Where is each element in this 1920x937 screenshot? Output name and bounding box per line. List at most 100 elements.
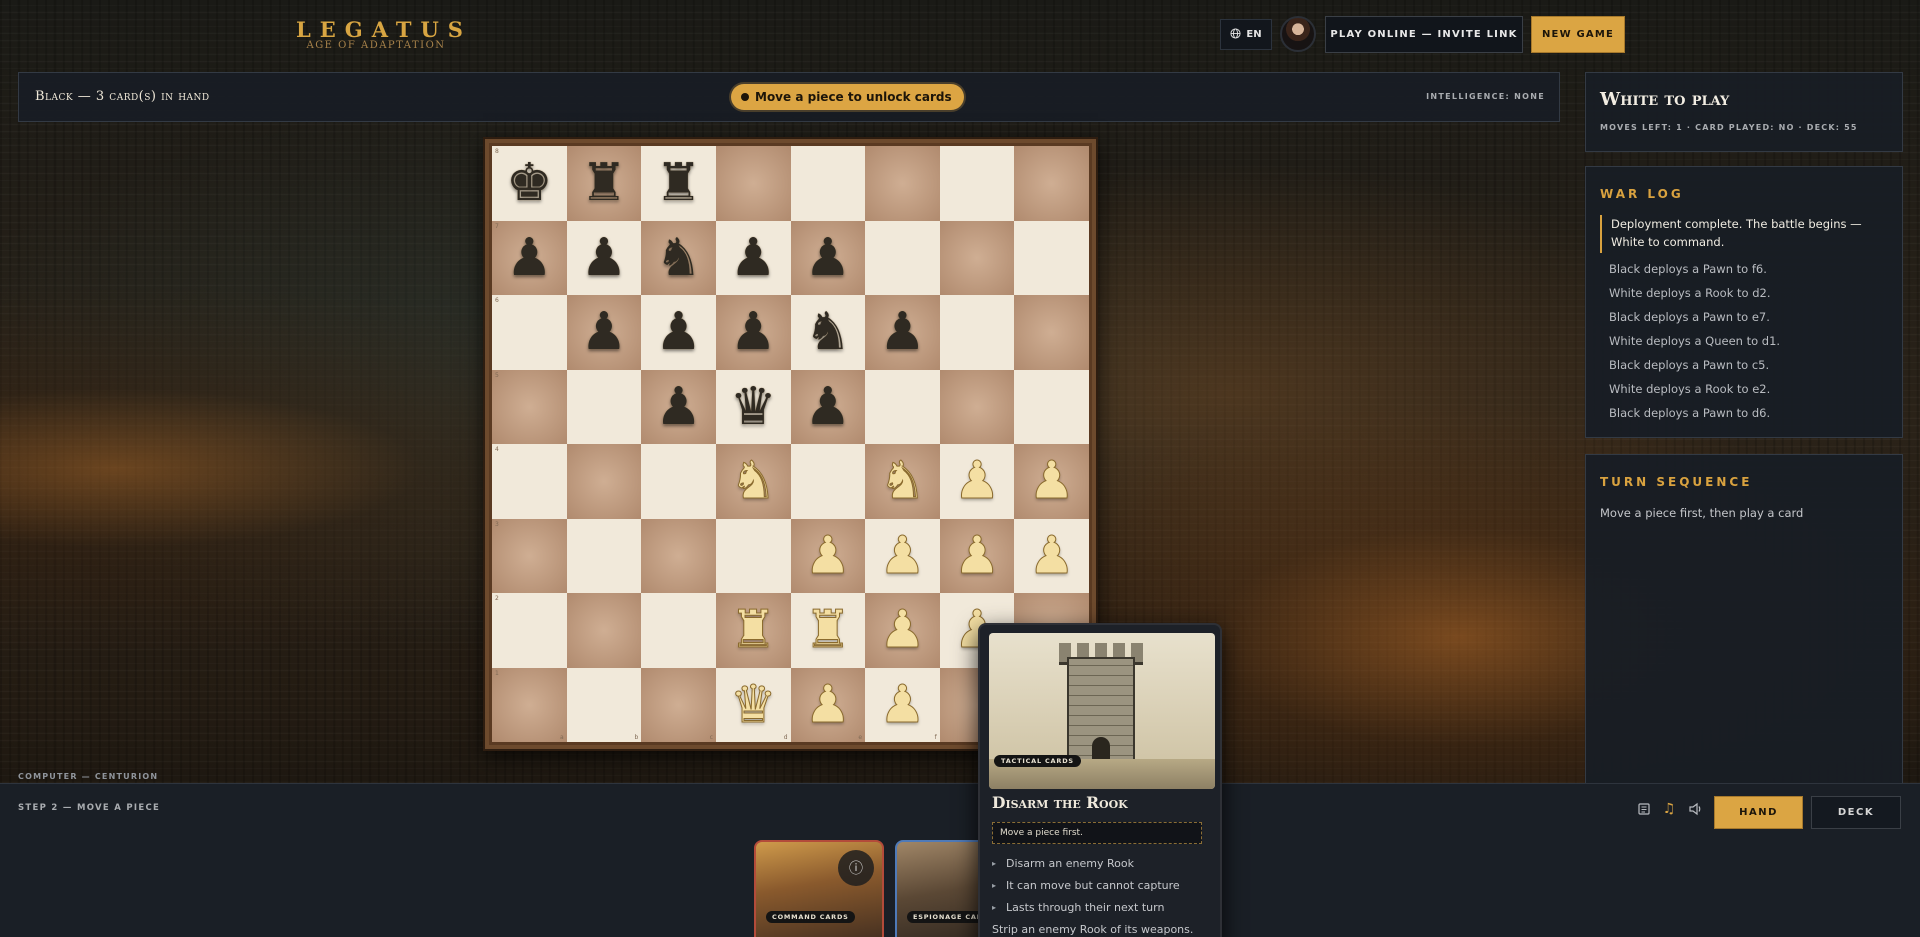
board-square-g5[interactable] [939, 369, 1015, 444]
black-pawn-icon[interactable]: ♟ [730, 306, 777, 358]
board-square-h3[interactable]: ♟ [1014, 518, 1089, 593]
white-pawn-icon[interactable]: ♟ [1028, 529, 1076, 582]
board-square-c1[interactable]: c [641, 667, 716, 742]
white-knight-icon[interactable]: ♞ [879, 455, 927, 508]
white-rook-icon[interactable]: ♜ [804, 604, 852, 657]
white-pawn-icon[interactable]: ♟ [953, 529, 1001, 582]
info-icon[interactable]: ⓘ [838, 850, 874, 886]
board-square-e8[interactable] [790, 146, 866, 221]
black-rook-icon[interactable]: ♜ [655, 157, 702, 209]
language-button[interactable]: EN [1220, 19, 1272, 50]
white-pawn-icon[interactable]: ♟ [953, 455, 1001, 508]
board-square-a8[interactable]: 8 ♚ [492, 146, 567, 221]
black-pawn-icon[interactable]: ♟ [506, 232, 553, 284]
board-square-h7[interactable] [1014, 220, 1089, 295]
board-square-h4[interactable]: ♟ [1014, 444, 1089, 519]
board-square-b5[interactable] [566, 369, 642, 444]
invite-link-button[interactable]: PLAY ONLINE — INVITE LINK [1325, 16, 1523, 53]
board-square-c8[interactable]: ♜ [641, 146, 716, 221]
black-rook-icon[interactable]: ♜ [581, 157, 628, 209]
speaker-icon[interactable] [1685, 799, 1705, 819]
black-pawn-icon[interactable]: ♟ [730, 232, 777, 284]
black-pawn-icon[interactable]: ♟ [581, 232, 628, 284]
board-square-e6[interactable]: ♞ [790, 295, 866, 370]
board-square-b1[interactable]: b [566, 667, 642, 742]
white-pawn-icon[interactable]: ♟ [879, 529, 927, 582]
black-knight-icon[interactable]: ♞ [655, 232, 702, 284]
board-square-g6[interactable] [939, 295, 1015, 370]
board-square-e7[interactable]: ♟ [790, 220, 866, 295]
board-square-a6[interactable]: 6 [492, 295, 567, 370]
board-square-h8[interactable] [1014, 146, 1089, 221]
board-square-e4[interactable] [790, 444, 866, 519]
board-square-f6[interactable]: ♟ [865, 295, 940, 370]
black-pawn-icon[interactable]: ♟ [805, 232, 852, 284]
board-square-f8[interactable] [865, 146, 940, 221]
board-square-h6[interactable] [1014, 295, 1089, 370]
new-game-button[interactable]: NEW GAME [1531, 16, 1625, 53]
board-square-f2[interactable]: ♟ [865, 593, 940, 668]
board-square-c4[interactable] [641, 444, 716, 519]
board-square-a1[interactable]: 1a [492, 667, 567, 742]
white-pawn-icon[interactable]: ♟ [879, 604, 927, 657]
board-square-e5[interactable]: ♟ [790, 369, 866, 444]
board-square-d4[interactable]: ♞ [715, 444, 791, 519]
white-rook-icon[interactable]: ♜ [729, 604, 777, 657]
board-square-b2[interactable] [566, 593, 642, 668]
board-square-d6[interactable]: ♟ [715, 295, 791, 370]
black-knight-icon[interactable]: ♞ [805, 306, 852, 358]
white-pawn-icon[interactable]: ♟ [804, 529, 852, 582]
black-pawn-icon[interactable]: ♟ [581, 306, 628, 358]
board-square-f3[interactable]: ♟ [865, 518, 940, 593]
board-square-h5[interactable] [1014, 369, 1089, 444]
board-square-c3[interactable] [641, 518, 716, 593]
board-square-g7[interactable] [939, 220, 1015, 295]
board-square-f1[interactable]: f ♟ [865, 667, 940, 742]
board-square-d5[interactable]: ♛ [715, 369, 791, 444]
board-square-f4[interactable]: ♞ [865, 444, 940, 519]
board-square-d7[interactable]: ♟ [715, 220, 791, 295]
board-square-b8[interactable]: ♜ [566, 146, 642, 221]
board-square-c6[interactable]: ♟ [641, 295, 716, 370]
white-knight-icon[interactable]: ♞ [729, 455, 777, 508]
board-square-b7[interactable]: ♟ [566, 220, 642, 295]
board-square-d3[interactable] [715, 518, 791, 593]
board-square-g8[interactable] [939, 146, 1015, 221]
scroll-icon[interactable] [1634, 799, 1654, 819]
board-square-a4[interactable]: 4 [492, 444, 567, 519]
avatar[interactable] [1280, 16, 1316, 52]
board-square-e3[interactable]: ♟ [790, 518, 866, 593]
white-pawn-icon[interactable]: ♟ [879, 678, 927, 731]
board-square-e2[interactable]: ♜ [790, 593, 866, 668]
card-preview[interactable]: TACTICAL CARDS Disarm the Rook Move a pi… [978, 623, 1222, 937]
board-square-g3[interactable]: ♟ [939, 518, 1015, 593]
board-square-e1[interactable]: e ♟ [790, 667, 866, 742]
board-square-b6[interactable]: ♟ [566, 295, 642, 370]
board-square-a3[interactable]: 3 [492, 518, 567, 593]
board-square-d2[interactable]: ♜ [715, 593, 791, 668]
board-square-c2[interactable] [641, 593, 716, 668]
board-square-f5[interactable] [865, 369, 940, 444]
black-king-icon[interactable]: ♚ [506, 157, 553, 209]
music-icon[interactable]: ♫ [1659, 799, 1679, 819]
board-square-c5[interactable]: ♟ [641, 369, 716, 444]
white-pawn-icon[interactable]: ♟ [1028, 455, 1076, 508]
black-pawn-icon[interactable]: ♟ [879, 306, 926, 358]
white-queen-icon[interactable]: ♛ [729, 678, 777, 731]
board-square-g4[interactable]: ♟ [939, 444, 1015, 519]
white-pawn-icon[interactable]: ♟ [804, 678, 852, 731]
board-square-a5[interactable]: 5 [492, 369, 567, 444]
black-queen-icon[interactable]: ♛ [730, 381, 777, 433]
black-pawn-icon[interactable]: ♟ [805, 381, 852, 433]
deck-button[interactable]: DECK [1811, 796, 1901, 829]
board-square-d8[interactable] [715, 146, 791, 221]
board-square-d1[interactable]: d ♛ [715, 667, 791, 742]
board-square-a2[interactable]: 2 [492, 593, 567, 668]
black-pawn-icon[interactable]: ♟ [655, 381, 702, 433]
board-square-a7[interactable]: 7 ♟ [492, 220, 567, 295]
board-square-b3[interactable] [566, 518, 642, 593]
board-square-b4[interactable] [566, 444, 642, 519]
black-pawn-icon[interactable]: ♟ [655, 306, 702, 358]
hand-card-command[interactable]: COMMAND CARDS ⓘ [754, 840, 884, 937]
board-square-f7[interactable] [865, 220, 940, 295]
